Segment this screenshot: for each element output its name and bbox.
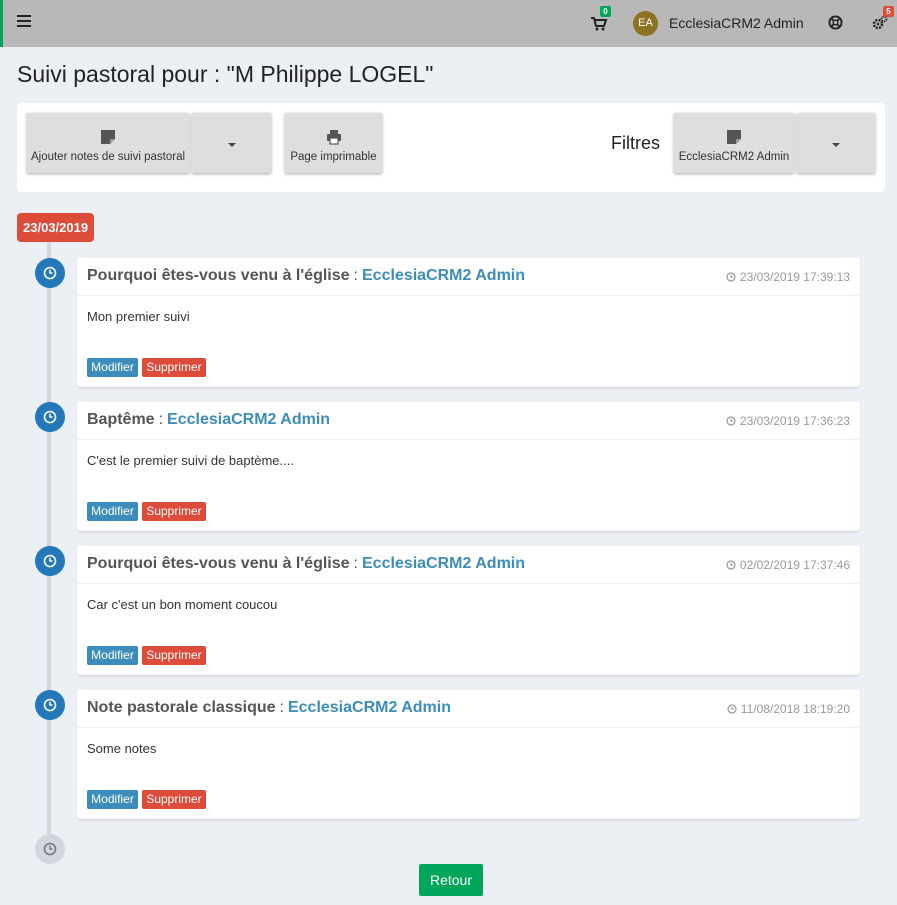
note-text: Mon premier suivi xyxy=(87,309,190,324)
clock-icon xyxy=(35,546,65,576)
add-note-button[interactable]: Ajouter notes de suivi pastoral xyxy=(27,113,189,173)
user-name: EcclesiaCRM2 Admin xyxy=(669,15,804,31)
note-topic: Pourquoi êtes-vous venu à l'église xyxy=(87,267,350,284)
filter-dropdown-toggle[interactable] xyxy=(797,113,875,173)
timeline-item: Pourquoi êtes-vous venu à l'église: Eccle… xyxy=(77,258,860,387)
clock-icon xyxy=(727,704,737,714)
caret-down-icon xyxy=(832,143,840,147)
timeline-item-title: Pourquoi êtes-vous venu à l'église: Eccle… xyxy=(87,267,525,285)
timestamp: 23/03/2019 17:39:13 xyxy=(726,270,850,284)
sticky-note-icon xyxy=(727,130,741,144)
timeline-end-clock-icon xyxy=(35,834,65,864)
note-text: Car c'est un bon moment coucou xyxy=(87,597,278,612)
title-separator: : xyxy=(353,267,358,284)
clock-icon xyxy=(726,272,736,282)
timeline-item: Baptême: EcclesiaCRM2 Admin 23/03/2019 17… xyxy=(77,402,860,531)
gears-icon[interactable] xyxy=(872,15,888,30)
author-link[interactable]: EcclesiaCRM2 Admin xyxy=(167,411,330,428)
menu-icon[interactable] xyxy=(17,15,31,27)
author-link[interactable]: EcclesiaCRM2 Admin xyxy=(362,267,525,284)
caret-down-icon xyxy=(227,143,236,147)
timeline-item: Note pastorale classique: EcclesiaCRM2 Ad… xyxy=(77,690,860,819)
cart-count-badge: 0 xyxy=(600,6,611,17)
edit-button[interactable]: Modifier xyxy=(87,790,138,809)
avatar: EA xyxy=(633,10,658,36)
timeline-item-header: Note pastorale classique: EcclesiaCRM2 Ad… xyxy=(77,690,860,728)
add-note-dropdown-toggle[interactable] xyxy=(192,113,271,173)
timeline-item-header: Baptême: EcclesiaCRM2 Admin 23/03/2019 17… xyxy=(77,402,860,440)
print-icon xyxy=(326,130,341,145)
timestamp-text: 11/08/2018 18:19:20 xyxy=(740,702,850,716)
timeline-item-title: Note pastorale classique: EcclesiaCRM2 Ad… xyxy=(87,699,451,717)
title-separator: : xyxy=(279,699,284,716)
title-separator: : xyxy=(158,411,164,428)
timeline-item-header: Pourquoi êtes-vous venu à l'église: Eccle… xyxy=(77,546,860,584)
clock-icon xyxy=(35,690,65,720)
filter-user-label: EcclesiaCRM2 Admin xyxy=(678,151,790,163)
note-topic: Pourquoi êtes-vous venu à l'église xyxy=(87,555,350,572)
delete-button[interactable]: Supprimer xyxy=(142,502,206,521)
timestamp-text: 23/03/2019 17:39:13 xyxy=(739,270,850,284)
timestamp: 23/03/2019 17:36:23 xyxy=(726,414,850,428)
add-note-label: Ajouter notes de suivi pastoral xyxy=(30,151,186,163)
note-topic: Baptême xyxy=(87,411,155,428)
sticky-note-icon xyxy=(101,130,115,144)
timeline-item: Pourquoi êtes-vous venu à l'église: Eccle… xyxy=(77,546,860,675)
delete-button[interactable]: Supprimer xyxy=(142,358,206,377)
delete-button[interactable]: Supprimer xyxy=(142,790,206,809)
lifebuoy-icon[interactable] xyxy=(828,15,843,30)
timeline-line xyxy=(47,242,51,847)
timestamp: 11/08/2018 18:19:20 xyxy=(727,702,850,716)
back-button[interactable]: Retour xyxy=(419,864,483,896)
timestamp-text: 23/03/2019 17:36:23 xyxy=(739,414,850,428)
delete-button[interactable]: Supprimer xyxy=(142,646,206,665)
timeline-item-title: Baptême: EcclesiaCRM2 Admin xyxy=(87,411,330,429)
note-text: C'est le premier suivi de baptème.... xyxy=(87,453,294,468)
filter-user-button[interactable]: EcclesiaCRM2 Admin xyxy=(674,113,794,173)
note-topic: Note pastorale classique xyxy=(87,699,276,716)
clock-icon xyxy=(726,416,736,426)
edit-button[interactable]: Modifier xyxy=(87,646,138,665)
timestamp-text: 02/02/2019 17:37:46 xyxy=(739,558,850,572)
top-navbar: 0 EA EcclesiaCRM2 Admin 5 xyxy=(0,0,897,47)
page-title: Suivi pastoral pour : "M Philippe LOGEL" xyxy=(17,61,434,87)
toolbar: Ajouter notes de suivi pastoral Page imp… xyxy=(17,103,885,192)
edit-button[interactable]: Modifier xyxy=(87,358,138,377)
timestamp: 02/02/2019 17:37:46 xyxy=(726,558,850,572)
printable-page-button[interactable]: Page imprimable xyxy=(285,113,382,173)
filters-label: Filtres xyxy=(611,133,660,153)
note-text: Some notes xyxy=(87,741,157,756)
author-link[interactable]: EcclesiaCRM2 Admin xyxy=(362,555,525,572)
clock-icon xyxy=(726,560,736,570)
timeline-item-title: Pourquoi êtes-vous venu à l'église: Eccle… xyxy=(87,555,525,573)
title-separator: : xyxy=(353,555,358,572)
author-link[interactable]: EcclesiaCRM2 Admin xyxy=(288,699,451,716)
edit-button[interactable]: Modifier xyxy=(87,502,138,521)
clock-icon xyxy=(35,402,65,432)
timeline-date-label: 23/03/2019 xyxy=(17,213,95,242)
printable-page-label: Page imprimable xyxy=(290,151,377,163)
timeline-item-header: Pourquoi êtes-vous venu à l'église: Eccle… xyxy=(77,258,860,296)
notifications-count-badge: 5 xyxy=(883,6,894,17)
clock-icon xyxy=(35,258,65,288)
user-menu[interactable]: EA EcclesiaCRM2 Admin xyxy=(633,10,804,36)
